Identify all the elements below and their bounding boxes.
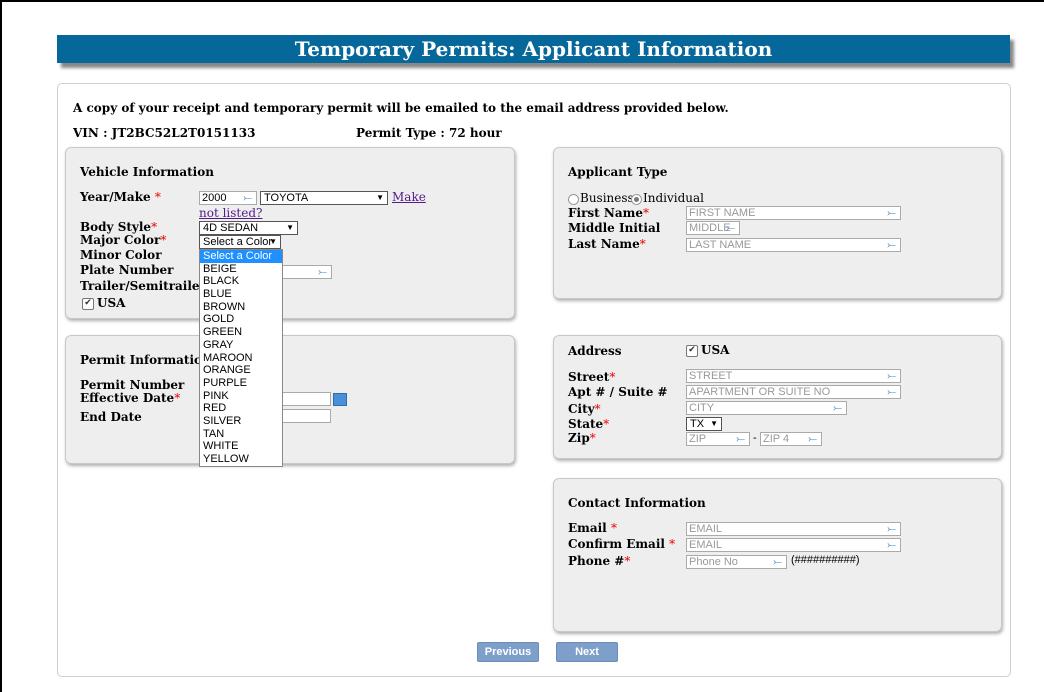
year-input[interactable]: 2000 ⤚ (199, 191, 257, 205)
street-label: Street* (568, 370, 616, 384)
effective-date-label: Effective Date* (80, 391, 181, 405)
color-option[interactable]: RED (200, 402, 282, 415)
vin-display: VIN : JT2BC52L2T0151133 (73, 126, 256, 140)
apt-input[interactable]: APARTMENT OR SUITE NO ⤚ (686, 385, 901, 399)
color-option[interactable]: PINK (200, 390, 282, 403)
zip-separator: - (753, 432, 757, 444)
color-option[interactable]: PURPLE (200, 377, 282, 390)
first-name-label: First Name* (568, 206, 649, 220)
city-label: City* (568, 402, 601, 416)
middle-initial-label: Middle Initial (568, 221, 661, 235)
pin-icon: ⤚ (887, 523, 896, 535)
pin-icon: ⤚ (833, 402, 842, 414)
year-make-label: Year/Make * (80, 190, 161, 204)
business-radio[interactable] (568, 194, 579, 205)
pin-icon: ⤚ (808, 433, 817, 445)
usa-label: USA (97, 296, 126, 310)
pin-icon: ⤚ (243, 192, 252, 204)
city-input[interactable]: CITY ⤚ (686, 401, 847, 415)
next-button[interactable]: Next (556, 642, 618, 662)
phone-input[interactable]: Phone No ⤚ (686, 555, 787, 569)
page-title: Temporary Permits: Applicant Information (57, 35, 1010, 63)
business-label: Business (580, 191, 634, 205)
email-label: Email * (568, 521, 617, 535)
effective-date-input[interactable] (280, 392, 331, 406)
confirm-email-label: Confirm Email * (568, 537, 676, 551)
make-select[interactable]: TOYOTA ▼ (260, 191, 388, 205)
dropdown-arrow-icon: ▼ (376, 193, 384, 202)
individual-label: Individual (643, 191, 705, 205)
color-option[interactable]: GRAY (200, 339, 282, 352)
color-option[interactable]: BEIGE (200, 263, 282, 276)
make-not-listed-link-1[interactable]: Make (392, 190, 426, 204)
phone-label: Phone #* (568, 554, 631, 568)
permit-number-label: Permit Number (80, 378, 185, 392)
middle-initial-input[interactable]: MIDDLE ⤚ (686, 221, 740, 235)
email-notice: A copy of your receipt and temporary per… (73, 101, 729, 115)
permit-info-title: Permit Information (80, 353, 211, 367)
contact-info-title: Contact Information (568, 496, 706, 510)
color-option[interactable]: SILVER (200, 415, 282, 428)
email-input[interactable]: EMAIL ⤚ (686, 522, 901, 536)
color-option[interactable]: WHITE (200, 440, 282, 453)
previous-button[interactable]: Previous (477, 642, 539, 662)
pin-icon: ⤚ (887, 386, 896, 398)
pin-icon: ⤚ (887, 539, 896, 551)
apt-label: Apt # / Suite # (568, 385, 668, 399)
end-date-input[interactable] (280, 409, 331, 423)
color-option[interactable]: BLACK (200, 275, 282, 288)
color-option[interactable]: BLUE (200, 288, 282, 301)
color-option[interactable]: BROWN (200, 301, 282, 314)
applicant-type-panel: Applicant Type Business Individual First… (553, 147, 1002, 299)
body-style-select[interactable]: 4D SEDAN ▼ (199, 221, 298, 235)
phone-format-hint: (##########) (791, 554, 860, 566)
color-option[interactable]: ORANGE (200, 364, 282, 377)
dropdown-arrow-icon: ▼ (269, 237, 277, 246)
trailer-label: Trailer/Semitrailer (80, 279, 206, 293)
zip4-input[interactable]: ZIP 4 ⤚ (760, 432, 822, 446)
street-input[interactable]: STREET ⤚ (686, 369, 901, 383)
pin-icon: ⤚ (318, 266, 327, 278)
usa-checkbox[interactable]: ✔ (82, 298, 94, 310)
color-option[interactable]: MAROON (200, 352, 282, 365)
plate-number-label: Plate Number (80, 263, 174, 277)
plate-number-input[interactable]: ⤚ (280, 265, 332, 279)
pin-icon: ⤚ (726, 222, 735, 234)
state-select[interactable]: TX ▼ (686, 417, 722, 431)
pin-icon: ⤚ (773, 556, 782, 568)
color-option[interactable]: YELLOW (200, 453, 282, 466)
address-title: Address (568, 344, 622, 358)
confirm-email-input[interactable]: EMAIL ⤚ (686, 538, 901, 552)
end-date-label: End Date (80, 410, 142, 424)
address-usa-checkbox[interactable]: ✔ (686, 345, 698, 357)
zip-input[interactable]: ZIP ⤚ (686, 432, 750, 446)
pin-icon: ⤚ (887, 370, 896, 382)
color-option[interactable]: TAN (200, 428, 282, 441)
zip-label: Zip* (568, 431, 596, 445)
applicant-type-title: Applicant Type (568, 165, 668, 179)
calendar-icon[interactable] (333, 393, 347, 406)
dropdown-arrow-icon: ▼ (710, 419, 718, 428)
last-name-label: Last Name* (568, 237, 646, 251)
individual-radio[interactable] (631, 194, 642, 205)
first-name-input[interactable]: FIRST NAME ⤚ (686, 206, 901, 220)
last-name-input[interactable]: LAST NAME ⤚ (686, 238, 901, 252)
minor-color-label: Minor Color (80, 248, 162, 262)
pin-icon: ⤚ (887, 239, 896, 251)
color-option[interactable]: Select a Color (200, 250, 282, 263)
color-option[interactable]: GOLD (200, 313, 282, 326)
pin-icon: ⤚ (736, 433, 745, 445)
color-option[interactable]: GREEN (200, 326, 282, 339)
vehicle-info-title: Vehicle Information (80, 165, 214, 179)
state-label: State* (568, 417, 610, 431)
major-color-select[interactable]: Select a Color ▼ (199, 235, 281, 249)
major-color-label: Major Color* (80, 233, 167, 247)
make-not-listed-link-2[interactable]: not listed? (199, 206, 262, 220)
permit-type-display: Permit Type : 72 hour (356, 126, 502, 140)
pin-icon: ⤚ (887, 207, 896, 219)
dropdown-arrow-icon: ▼ (286, 223, 294, 232)
body-style-label: Body Style* (80, 220, 158, 234)
address-usa-label: USA (701, 343, 730, 357)
major-color-dropdown-list[interactable]: Select a Color BEIGE BLACK BLUE BROWN GOLD GRE… (199, 249, 283, 467)
